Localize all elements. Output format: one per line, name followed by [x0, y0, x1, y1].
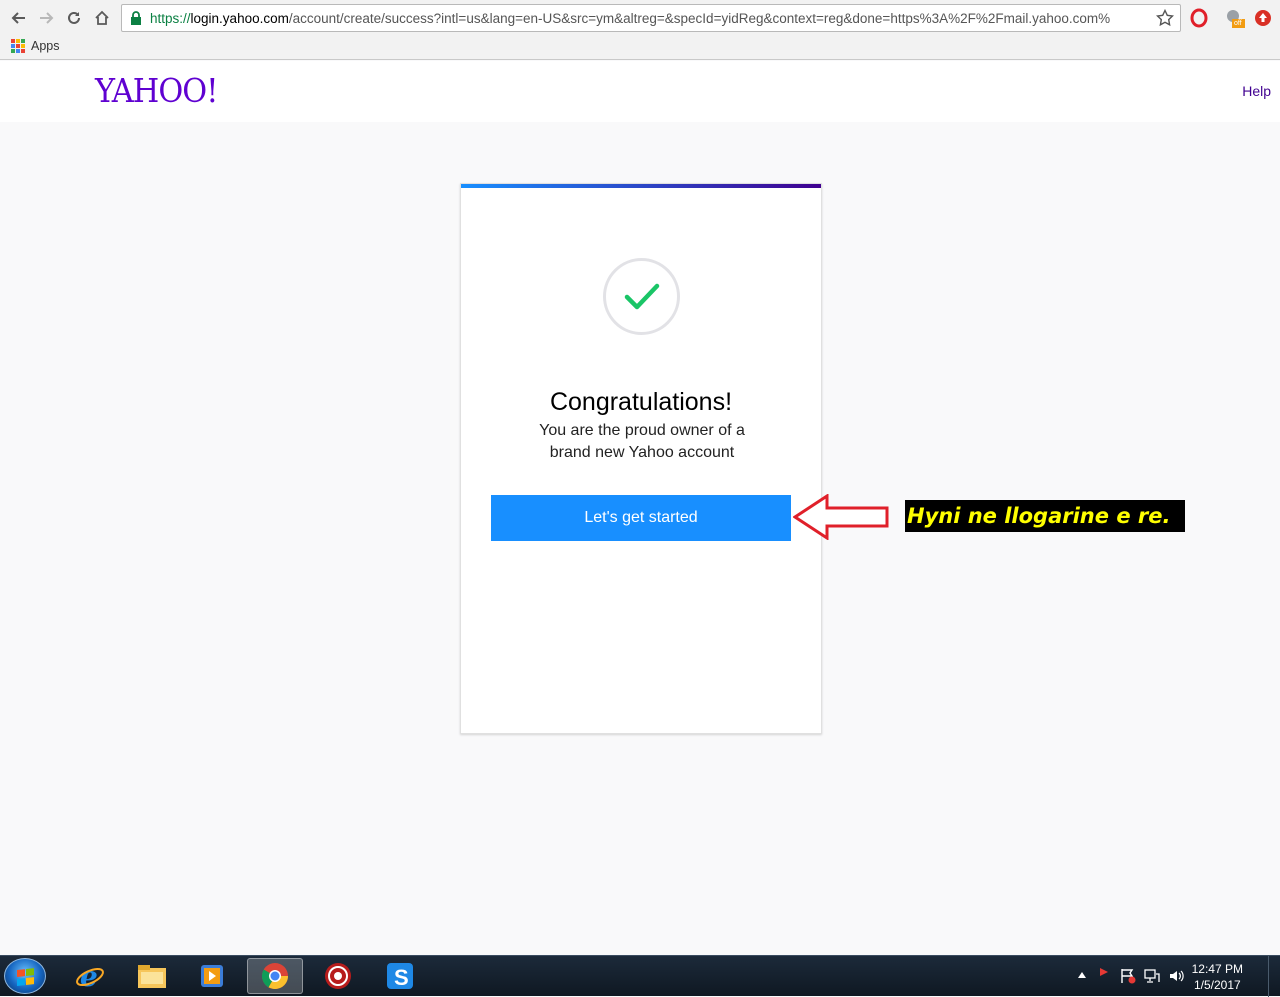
- apps-label: Apps: [31, 39, 60, 53]
- reload-button[interactable]: [64, 8, 84, 28]
- taskbar-internet-explorer[interactable]: e: [62, 958, 118, 994]
- back-arrow-icon: [11, 12, 25, 24]
- network-icon[interactable]: [1144, 968, 1160, 984]
- clock-time: 12:47 PM: [1191, 962, 1243, 976]
- apps-shortcut[interactable]: Apps: [11, 39, 60, 53]
- congratulations-subtitle: You are the proud owner of a brand new Y…: [539, 422, 745, 461]
- card-accent-bar: [461, 184, 821, 188]
- forward-button[interactable]: [36, 8, 56, 28]
- address-bar[interactable]: https://login.yahoo.com/account/create/s…: [121, 4, 1181, 32]
- taskbar-file-explorer[interactable]: [124, 958, 180, 994]
- folder-icon: [138, 965, 166, 988]
- system-tray: 12:47 PM 1/5/2017: [1070, 956, 1280, 997]
- windows-taskbar: e S 12:47 PM 1/5/2017: [0, 955, 1280, 997]
- skype-icon: S: [387, 963, 413, 990]
- taskbar-chrome[interactable]: [247, 958, 303, 994]
- upload-extension-icon[interactable]: [1253, 8, 1273, 28]
- url-text: https://login.yahoo.com/account/create/s…: [150, 11, 1150, 26]
- checkmark-icon: [624, 283, 659, 309]
- clock-date: 1/5/2017: [1193, 978, 1241, 992]
- taskbar-skype[interactable]: S: [372, 958, 428, 994]
- home-button[interactable]: [92, 8, 112, 28]
- forward-arrow-icon: [40, 12, 54, 24]
- back-button[interactable]: [9, 8, 29, 28]
- url-scheme: https://: [150, 11, 191, 26]
- action-center-flag-icon[interactable]: [1120, 968, 1136, 984]
- svg-text:e: e: [80, 961, 98, 991]
- red-circle-app-icon: [325, 963, 351, 989]
- success-check-badge: [603, 258, 680, 335]
- url-path: /account/create/success?intl=us&lang=en-…: [288, 11, 1111, 26]
- help-link[interactable]: Help: [1242, 83, 1271, 99]
- windows-logo-icon: [17, 968, 35, 986]
- system-clock[interactable]: 12:47 PM 1/5/2017: [1192, 961, 1243, 993]
- svg-text:S: S: [394, 965, 409, 990]
- bookmark-star-icon[interactable]: [1156, 9, 1174, 27]
- media-player-icon: [201, 965, 223, 987]
- reload-icon: [68, 11, 80, 24]
- extension-badge: off: [1234, 20, 1242, 27]
- taskbar-media-player[interactable]: [184, 958, 240, 994]
- taskbar-red-app[interactable]: [310, 958, 366, 994]
- congratulations-title: Congratulations!: [549, 388, 733, 416]
- browser-toolbar: https://login.yahoo.com/account/create/s…: [0, 0, 1280, 36]
- volume-icon[interactable]: [1168, 968, 1184, 984]
- bookmarks-bar: Apps: [0, 36, 1280, 60]
- get-started-button[interactable]: Let's get started: [491, 495, 791, 541]
- lock-icon: [131, 11, 141, 25]
- yahoo-logo[interactable]: YAHOO!: [95, 71, 218, 110]
- home-icon: [95, 10, 109, 25]
- annotation-note: Hyni ne llogarine e re.: [905, 500, 1185, 532]
- chrome-icon: [261, 963, 289, 990]
- tray-expand-icon[interactable]: [1078, 972, 1086, 978]
- adblock-extension-icon[interactable]: off: [1225, 8, 1245, 28]
- internet-explorer-icon: e: [76, 961, 104, 991]
- page-header: YAHOO! Help: [0, 61, 1280, 122]
- start-button[interactable]: [4, 958, 46, 994]
- success-card: Congratulations! You are the proud owner…: [460, 183, 822, 734]
- url-host: login.yahoo.com: [190, 11, 289, 26]
- apps-grid-icon: [11, 39, 25, 53]
- tray-red-flag-icon[interactable]: [1100, 968, 1108, 976]
- show-desktop-button[interactable]: [1268, 956, 1280, 997]
- opera-extension-icon[interactable]: [1189, 8, 1209, 28]
- red-arrow-annotation-icon: [793, 494, 889, 540]
